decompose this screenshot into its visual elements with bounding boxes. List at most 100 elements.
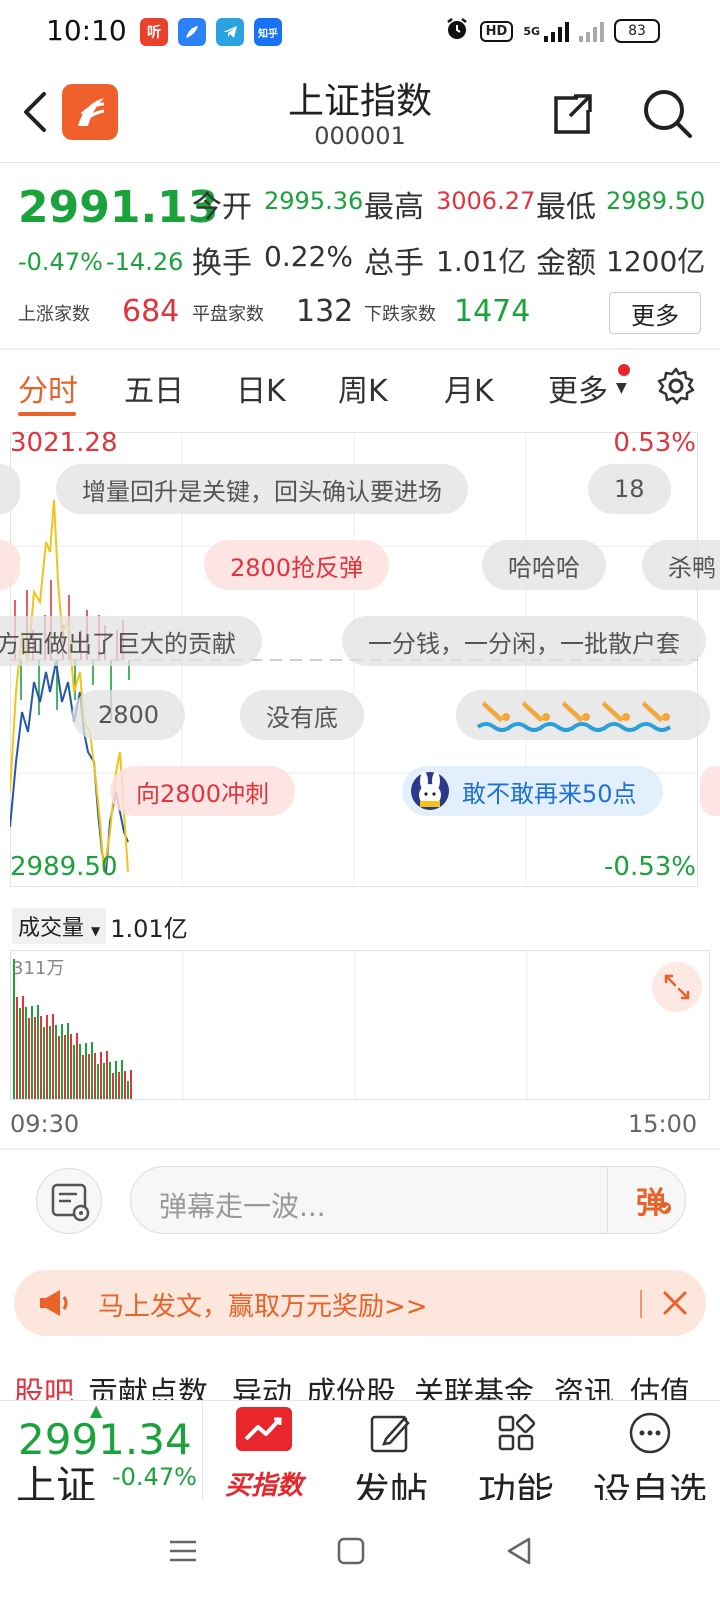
swimmer-emoji-icon [476,701,672,732]
tab-forum[interactable]: 股吧 [14,1372,74,1402]
volume-bar [58,1036,60,1099]
tab-valuation[interactable]: 估值 [630,1372,690,1402]
danmaku-input[interactable]: 弹幕走一波... 弹 [130,1166,686,1234]
system-indicators: HD 5G 83 [444,16,660,46]
gear-icon[interactable] [656,366,696,406]
expand-chart-button[interactable] [652,962,702,1012]
danmaku-item-partial [700,766,720,816]
volume-bar [115,1061,117,1099]
low-value: 2989.50 [606,187,706,215]
system-nav-bar [0,1500,720,1600]
volume-bar [88,1054,90,1099]
danmaku-item[interactable]: 敢不敢再来50点 [402,766,663,816]
flat-count-label: 平盘家数 [192,304,264,325]
notification-dot [618,364,630,376]
amount-label: 金额 [536,246,596,281]
stock-code: 000001 [314,122,406,150]
home-icon[interactable] [334,1534,368,1568]
toolbar-separator [202,1401,203,1500]
volume-bar [16,997,18,1099]
telegram-icon [216,18,244,46]
danmaku-item[interactable]: 没有底 [240,690,364,740]
danmaku-item[interactable]: 2800抢反弹 [204,540,390,590]
volume-bar [121,1060,123,1099]
volume-bar [79,1044,81,1099]
close-icon[interactable] [656,1284,694,1322]
danmaku-item[interactable]: 增量回升是关键，回头确认要进场 [56,464,468,514]
function-label: 功能 [477,1470,554,1500]
function-button[interactable]: 功能 [456,1401,576,1500]
more-quote-button[interactable]: 更多 [609,292,701,334]
signal-2-icon [579,20,604,42]
volume-bar [85,1043,87,1099]
hd-voice-badge: HD [479,20,514,42]
share-icon[interactable] [548,88,598,138]
tab-intraday[interactable]: 分时 [18,366,78,410]
promo-banner[interactable]: 马上发文，赢取万元奖励>> [14,1270,706,1336]
promo-text: 马上发文，赢取万元奖励>> [98,1292,428,1322]
tab-daily-k[interactable]: 日K [236,366,286,410]
menu-icon[interactable] [166,1534,200,1568]
amount-value: 1200亿 [606,245,706,278]
search-icon[interactable] [640,86,694,140]
tab-contribution[interactable]: 贡献点数 [88,1372,208,1402]
volume-bar [91,1042,93,1099]
volume-bar [52,1014,54,1099]
danmaku-text: 敢不敢再来50点 [462,779,637,808]
end-time-label: 15:00 [628,1110,698,1138]
volume-bar [103,1063,105,1099]
danmaku-emoji-item[interactable] [456,690,710,740]
caret-down-icon: ▼ [616,380,627,396]
volume-indicator-select[interactable]: 成交量 ▼ [12,908,107,944]
watchlist-label: 设自选 [592,1470,707,1500]
zhihu-icon: 知乎 [254,18,282,46]
danmaku-item[interactable]: 一分钱，一分闲，一批散户套 [342,616,706,666]
volume-bar [34,1017,36,1099]
input-separator [607,1167,608,1233]
volume-bar [130,1070,132,1099]
add-watchlist-button[interactable]: 设自选 [582,1401,718,1500]
tab-constituents[interactable]: 成份股 [306,1372,396,1402]
tab-related-funds[interactable]: 关联基金 [414,1372,534,1402]
trend-chart-icon [236,1407,292,1451]
bottom-toolbar: ▲ 2991.34 上证 -0.47% 买指数 发帖 功能 设自选 [0,1400,720,1500]
volume-bar [55,1025,57,1099]
buy-index-button[interactable]: 买指数 [214,1401,314,1500]
volume-bar [37,1005,39,1099]
danmaku-item[interactable]: 杀鸭 [642,540,720,590]
signal-icon [544,20,569,42]
danmaku-item[interactable]: 哈哈哈 [482,540,606,590]
volume-chart[interactable] [10,950,710,1100]
danmaku-item[interactable]: 向2800冲刺 [110,766,296,816]
tab-news[interactable]: 资讯 [554,1372,614,1402]
tab-monthly-k[interactable]: 月K [444,366,494,410]
flat-count: 132 [296,294,354,329]
tab-five-day[interactable]: 五日 [124,366,184,410]
send-danmaku-button[interactable]: 弹 [627,1175,681,1225]
volume-bar [100,1052,102,1099]
danmaku-settings-button[interactable] [36,1168,102,1234]
danmaku-item[interactable]: 方面做出了巨大的贡献 [0,616,262,666]
post-button[interactable]: 发帖 [330,1401,450,1500]
volume-bar [127,1081,129,1099]
notification-icons: 听 知乎 [140,18,282,46]
listen-app-icon: 听 [140,18,168,46]
tab-weekly-k[interactable]: 周K [338,366,388,410]
open-value: 2995.36 [264,187,364,215]
status-bar: 10:10 听 知乎 HD 5G 83 [0,0,720,64]
volume-max-label: 311万 [12,958,65,979]
volume-bar [94,1053,96,1099]
tab-more[interactable]: 更多 [548,366,608,410]
content-tabs: 股吧 贡献点数 异动 成份股 关联基金 资讯 估值 [0,1372,720,1402]
promo-separator [640,1290,642,1318]
start-time-label: 09:30 [10,1110,80,1138]
back-nav-icon[interactable] [502,1534,536,1568]
feather-app-icon [178,18,206,46]
tab-movement[interactable]: 异动 [232,1372,292,1402]
down-count-label: 下跌家数 [364,304,436,325]
check-badge-icon [659,1202,671,1214]
quote-divider [0,348,720,350]
danmaku-item[interactable]: 2800 [72,690,186,740]
danmaku-item[interactable]: 18 [588,464,671,514]
open-label: 今开 [192,190,252,225]
